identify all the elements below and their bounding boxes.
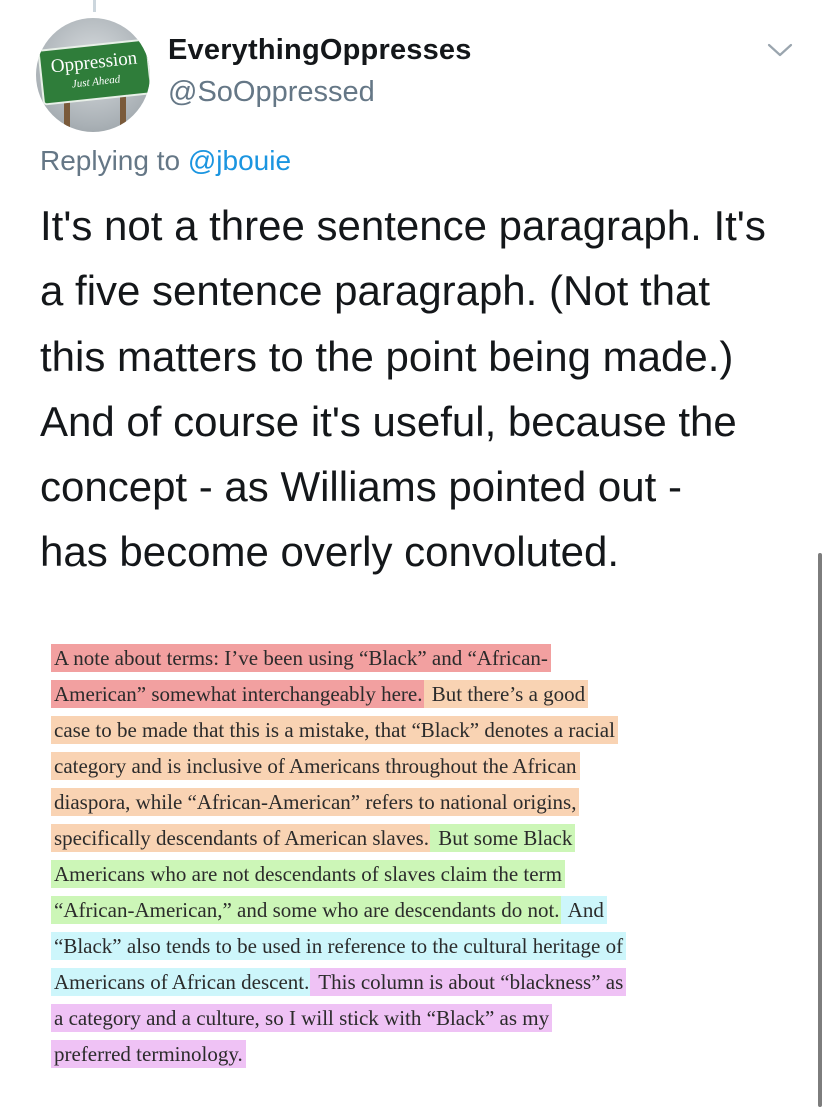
- highlight-purple: preferred terminology.: [51, 1040, 246, 1068]
- excerpt-line: “Black” also tends to be used in referen…: [51, 928, 782, 964]
- highlight-red: A note about terms: I’ve been using “Bla…: [51, 644, 551, 672]
- highlight-orange: But there’s a good: [423, 680, 589, 708]
- highlight-purple: This column is about “blackness” as: [310, 968, 627, 996]
- replying-to: Replying to @jbouie: [40, 145, 291, 177]
- scrollbar[interactable]: [818, 553, 822, 1107]
- tweet-text-line: And of course it's useful, because the: [40, 397, 737, 445]
- highlight-orange: diaspora, while “African-American” refer…: [51, 788, 580, 816]
- excerpt-line: diaspora, while “African-American” refer…: [51, 784, 782, 820]
- highlight-blue: And: [560, 896, 607, 924]
- avatar[interactable]: Oppression Just Ahead: [36, 18, 150, 132]
- highlight-green: Americans who are not descendants of sla…: [51, 860, 565, 888]
- excerpt-line: preferred terminology.: [51, 1036, 782, 1072]
- excerpt-line: case to be made that this is a mistake, …: [51, 712, 782, 748]
- user-handle[interactable]: @SoOppressed: [168, 76, 375, 109]
- mention-link[interactable]: @jbouie: [188, 145, 291, 176]
- excerpt-line: Americans of African descent. This colum…: [51, 964, 782, 1000]
- highlight-blue: Americans of African descent.: [51, 968, 313, 996]
- highlight-green: “African-American,” and some who are des…: [51, 896, 563, 924]
- excerpt-line: “African-American,” and some who are des…: [51, 892, 782, 928]
- highlight-orange: category and is inclusive of Americans t…: [51, 752, 580, 780]
- highlight-purple: a category and a culture, so I will stic…: [51, 1004, 553, 1032]
- highlight-orange: case to be made that this is a mistake, …: [51, 716, 618, 744]
- tweet-text-line: this matters to the point being made.): [40, 332, 734, 380]
- highlight-orange: specifically descendants of American sla…: [51, 824, 432, 852]
- excerpt-line: category and is inclusive of Americans t…: [51, 748, 782, 784]
- excerpt-line: A note about terms: I’ve been using “Bla…: [51, 640, 782, 676]
- chevron-down-icon[interactable]: [766, 40, 794, 60]
- excerpt-line: specifically descendants of American sla…: [51, 820, 782, 856]
- sign-post-right: [120, 94, 126, 132]
- replying-to-label: Replying to: [40, 145, 181, 176]
- tweet-text-line: concept - as Williams pointed out -: [40, 463, 682, 511]
- highlight-green: But some Black: [429, 824, 576, 852]
- avatar-road-sign: Oppression Just Ahead: [37, 38, 150, 106]
- excerpt-line: Americans who are not descendants of sla…: [51, 856, 782, 892]
- quoted-excerpt-image[interactable]: A note about terms: I’ve been using “Bla…: [51, 640, 782, 1072]
- highlight-red: American” somewhat interchangeably here.: [51, 680, 426, 708]
- excerpt-line: a category and a culture, so I will stic…: [51, 1000, 782, 1036]
- tweet-text-line: It's not a three sentence paragraph. It'…: [40, 202, 766, 249]
- tweet-text-line: has become overly convoluted.: [40, 528, 619, 576]
- highlight-blue: “Black” also tends to be used in referen…: [51, 932, 627, 960]
- excerpt-line: American” somewhat interchangeably here.…: [51, 676, 782, 712]
- tweet-text: It's not a three sentence paragraph. It'…: [40, 193, 810, 585]
- thread-connector-line: [93, 0, 96, 12]
- tweet-text-line: a five sentence paragraph. (Not that: [40, 267, 711, 315]
- display-name[interactable]: EverythingOppresses: [168, 34, 472, 67]
